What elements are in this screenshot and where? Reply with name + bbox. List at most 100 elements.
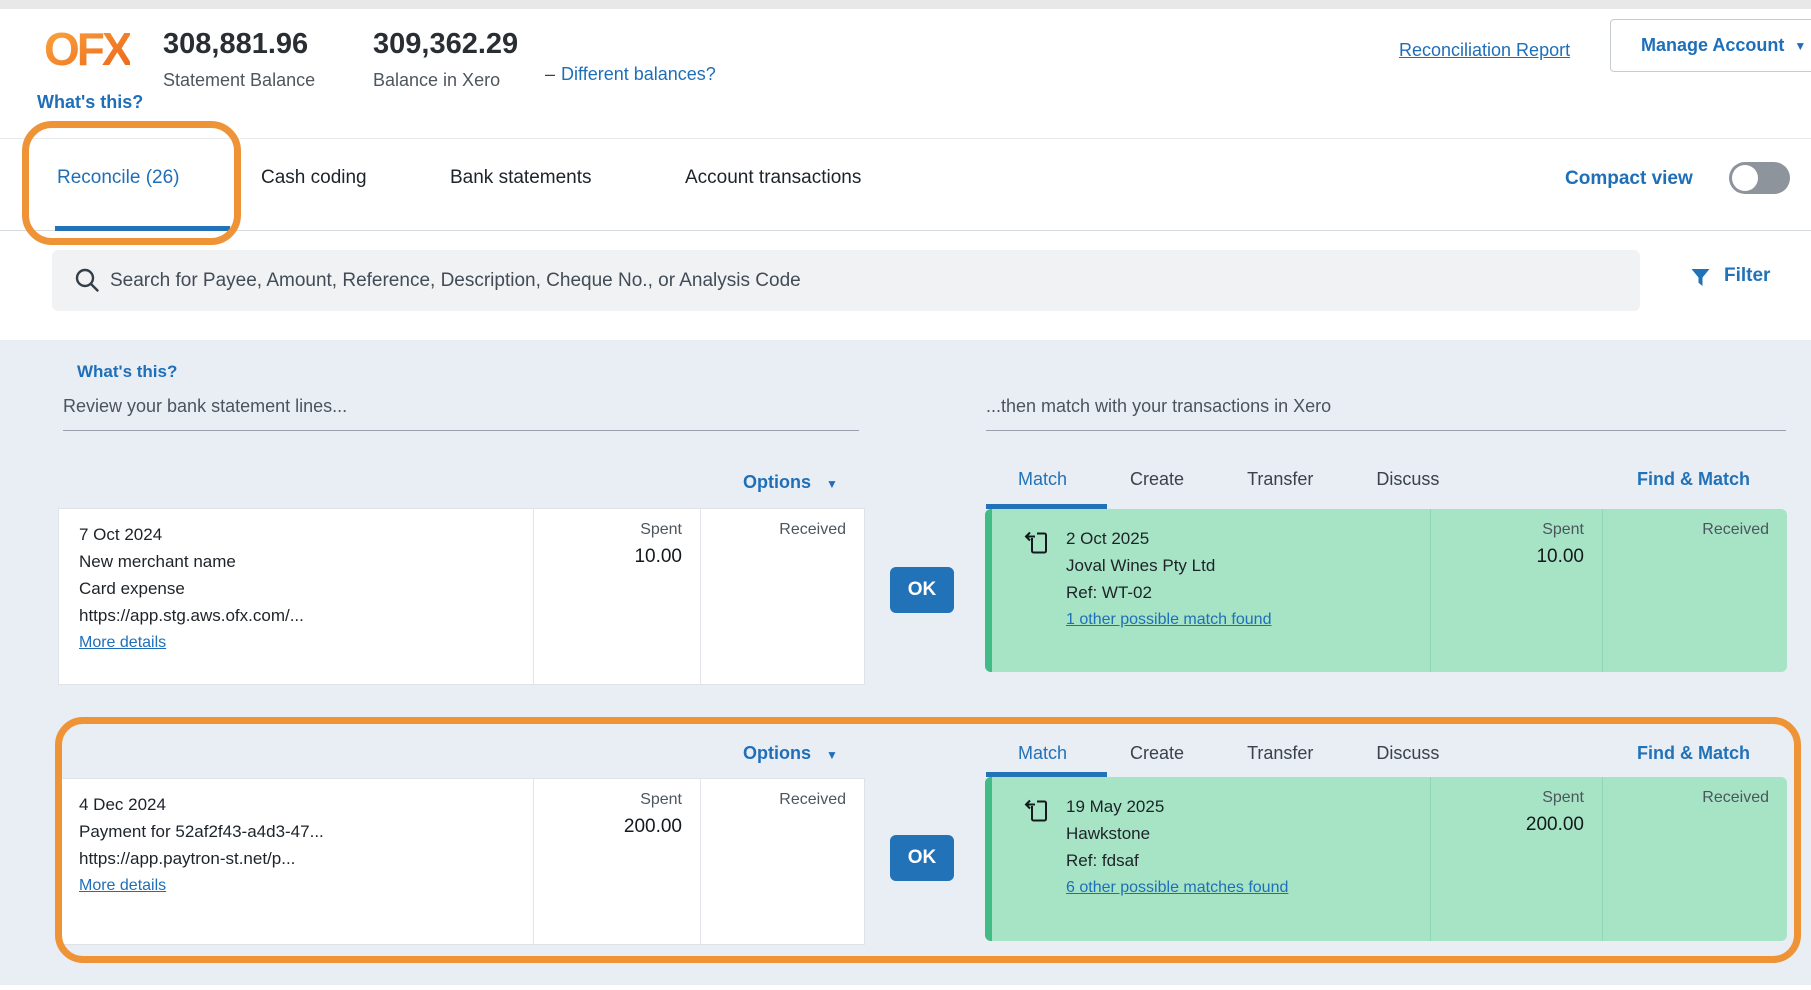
tab-bank-statements[interactable]: Bank statements (450, 167, 592, 189)
spent-label: Spent (1449, 789, 1584, 807)
match-document-icon (1022, 797, 1050, 941)
search-box (52, 250, 1640, 311)
more-details-link[interactable]: More details (79, 629, 166, 656)
tab-transfer[interactable]: Transfer (1247, 469, 1313, 490)
match-reference: Ref: fdsaf (1066, 847, 1288, 874)
statement-received-column: Received (700, 509, 864, 684)
match-tab-underline (986, 772, 1107, 777)
xero-match-tabs: Match Create Transfer Discuss (1018, 743, 1439, 764)
statement-spent-column: Spent 10.00 (533, 509, 700, 684)
tab-cash-coding[interactable]: Cash coding (261, 167, 367, 189)
spent-value: 200.00 (552, 816, 682, 838)
spent-label: Spent (1449, 521, 1584, 539)
received-label: Received (719, 791, 846, 809)
tab-transfer[interactable]: Transfer (1247, 743, 1313, 764)
match-reference: Ref: WT-02 (1066, 579, 1271, 606)
statement-line-card: 4 Dec 2024 Payment for 52af2f43-a4d3-47.… (58, 778, 865, 945)
find-and-match-link[interactable]: Find & Match (1637, 469, 1750, 490)
statement-url: https://app.paytron-st.net/p... (79, 845, 513, 872)
bank-reconciliation-page: OFX What's this? 308,881.96 Statement Ba… (0, 0, 1811, 990)
statement-date: 4 Dec 2024 (79, 791, 513, 818)
tab-account-transactions[interactable]: Account transactions (685, 167, 861, 189)
chevron-down-icon: ▼ (826, 477, 838, 491)
tab-create[interactable]: Create (1130, 469, 1184, 490)
more-details-link[interactable]: More details (79, 872, 166, 899)
xero-match-heading: ...then match with your transactions in … (986, 396, 1331, 417)
header-whats-this-link[interactable]: What's this? (37, 92, 143, 113)
statement-lines-heading: Review your bank statement lines... (63, 396, 347, 417)
matched-transaction-card[interactable]: 2 Oct 2025 Joval Wines Pty Ltd Ref: WT-0… (985, 509, 1787, 672)
manage-account-label: Manage Account (1641, 35, 1784, 56)
ok-button[interactable]: OK (890, 567, 954, 613)
tab-create[interactable]: Create (1130, 743, 1184, 764)
received-label: Received (719, 521, 846, 539)
tab-discuss[interactable]: Discuss (1376, 743, 1439, 764)
match-accent-strip (985, 777, 992, 941)
match-details-column: 19 May 2025 Hawkstone Ref: fdsaf 6 other… (992, 777, 1430, 941)
reconcile-whats-this-link[interactable]: What's this? (77, 362, 177, 382)
statement-line-card: 7 Oct 2024 New merchant name Card expens… (58, 508, 865, 685)
different-balances-dash: – (545, 64, 555, 84)
xero-match-tabs: Match Create Transfer Discuss (1018, 469, 1439, 490)
tab-match[interactable]: Match (1018, 469, 1067, 490)
filter-funnel-icon[interactable] (1690, 267, 1711, 293)
options-label: Options (743, 472, 811, 492)
different-balances: –Different balances? (545, 64, 716, 85)
match-tab-underline (986, 504, 1107, 509)
match-accent-strip (985, 509, 992, 672)
other-possible-matches-link[interactable]: 1 other possible match found (1066, 606, 1271, 633)
match-text-lines: 19 May 2025 Hawkstone Ref: fdsaf 6 other… (1066, 793, 1288, 941)
match-text-lines: 2 Oct 2025 Joval Wines Pty Ltd Ref: WT-0… (1066, 525, 1271, 672)
statement-spent-column: Spent 200.00 (533, 779, 700, 944)
statement-details-column: 7 Oct 2024 New merchant name Card expens… (59, 509, 533, 684)
options-label: Options (743, 743, 811, 763)
spent-value: 10.00 (552, 546, 682, 568)
different-balances-link[interactable]: Different balances? (561, 64, 716, 84)
statement-description: Card expense (79, 575, 513, 602)
compact-view-toggle[interactable] (1729, 162, 1790, 194)
match-date: 2 Oct 2025 (1066, 525, 1271, 552)
find-and-match-link[interactable]: Find & Match (1637, 743, 1750, 764)
statement-date: 7 Oct 2024 (79, 521, 513, 548)
match-details-column: 2 Oct 2025 Joval Wines Pty Ltd Ref: WT-0… (992, 509, 1430, 672)
spent-value: 10.00 (1449, 546, 1584, 568)
statement-description: Payment for 52af2f43-a4d3-47... (79, 818, 513, 845)
statement-url: https://app.stg.aws.ofx.com/... (79, 602, 513, 629)
ofx-logo: OFX (44, 22, 130, 76)
tab-match[interactable]: Match (1018, 743, 1067, 764)
received-label: Received (1621, 789, 1769, 807)
tab-discuss[interactable]: Discuss (1376, 469, 1439, 490)
options-dropdown[interactable]: Options ▼ (743, 472, 838, 493)
spent-label: Spent (552, 791, 682, 809)
reconciliation-report-link[interactable]: Reconciliation Report (1399, 40, 1570, 61)
match-received-column: Received (1602, 509, 1787, 672)
options-dropdown[interactable]: Options ▼ (743, 743, 838, 764)
statement-balance-block: 308,881.96 Statement Balance (163, 28, 315, 91)
search-input[interactable] (52, 250, 1640, 311)
match-spent-column: Spent 10.00 (1430, 509, 1602, 672)
compact-view-label: Compact view (1565, 168, 1693, 190)
xero-balance-value: 309,362.29 (373, 28, 518, 61)
search-icon (74, 267, 100, 298)
ok-button[interactable]: OK (890, 835, 954, 881)
xero-balance-block: 309,362.29 Balance in Xero (373, 28, 518, 91)
manage-account-button[interactable]: Manage Account ▼ (1610, 19, 1811, 72)
other-possible-matches-link[interactable]: 6 other possible matches found (1066, 874, 1288, 901)
top-border-strip (0, 0, 1811, 9)
tab-reconcile[interactable]: Reconcile (26) (57, 167, 180, 189)
match-date: 19 May 2025 (1066, 793, 1288, 820)
xero-balance-label: Balance in Xero (373, 70, 518, 91)
statement-balance-label: Statement Balance (163, 70, 315, 91)
spent-label: Spent (552, 521, 682, 539)
active-tab-underline (55, 226, 230, 231)
filter-button[interactable]: Filter (1724, 265, 1770, 287)
spent-value: 200.00 (1449, 814, 1584, 836)
toggle-knob (1732, 165, 1758, 191)
matched-transaction-card[interactable]: 19 May 2025 Hawkstone Ref: fdsaf 6 other… (985, 777, 1787, 941)
match-received-column: Received (1602, 777, 1787, 941)
statement-received-column: Received (700, 779, 864, 944)
statement-details-column: 4 Dec 2024 Payment for 52af2f43-a4d3-47.… (59, 779, 533, 944)
statement-payee: New merchant name (79, 548, 513, 575)
chevron-down-icon: ▼ (1794, 39, 1806, 53)
left-heading-divider (63, 430, 859, 431)
